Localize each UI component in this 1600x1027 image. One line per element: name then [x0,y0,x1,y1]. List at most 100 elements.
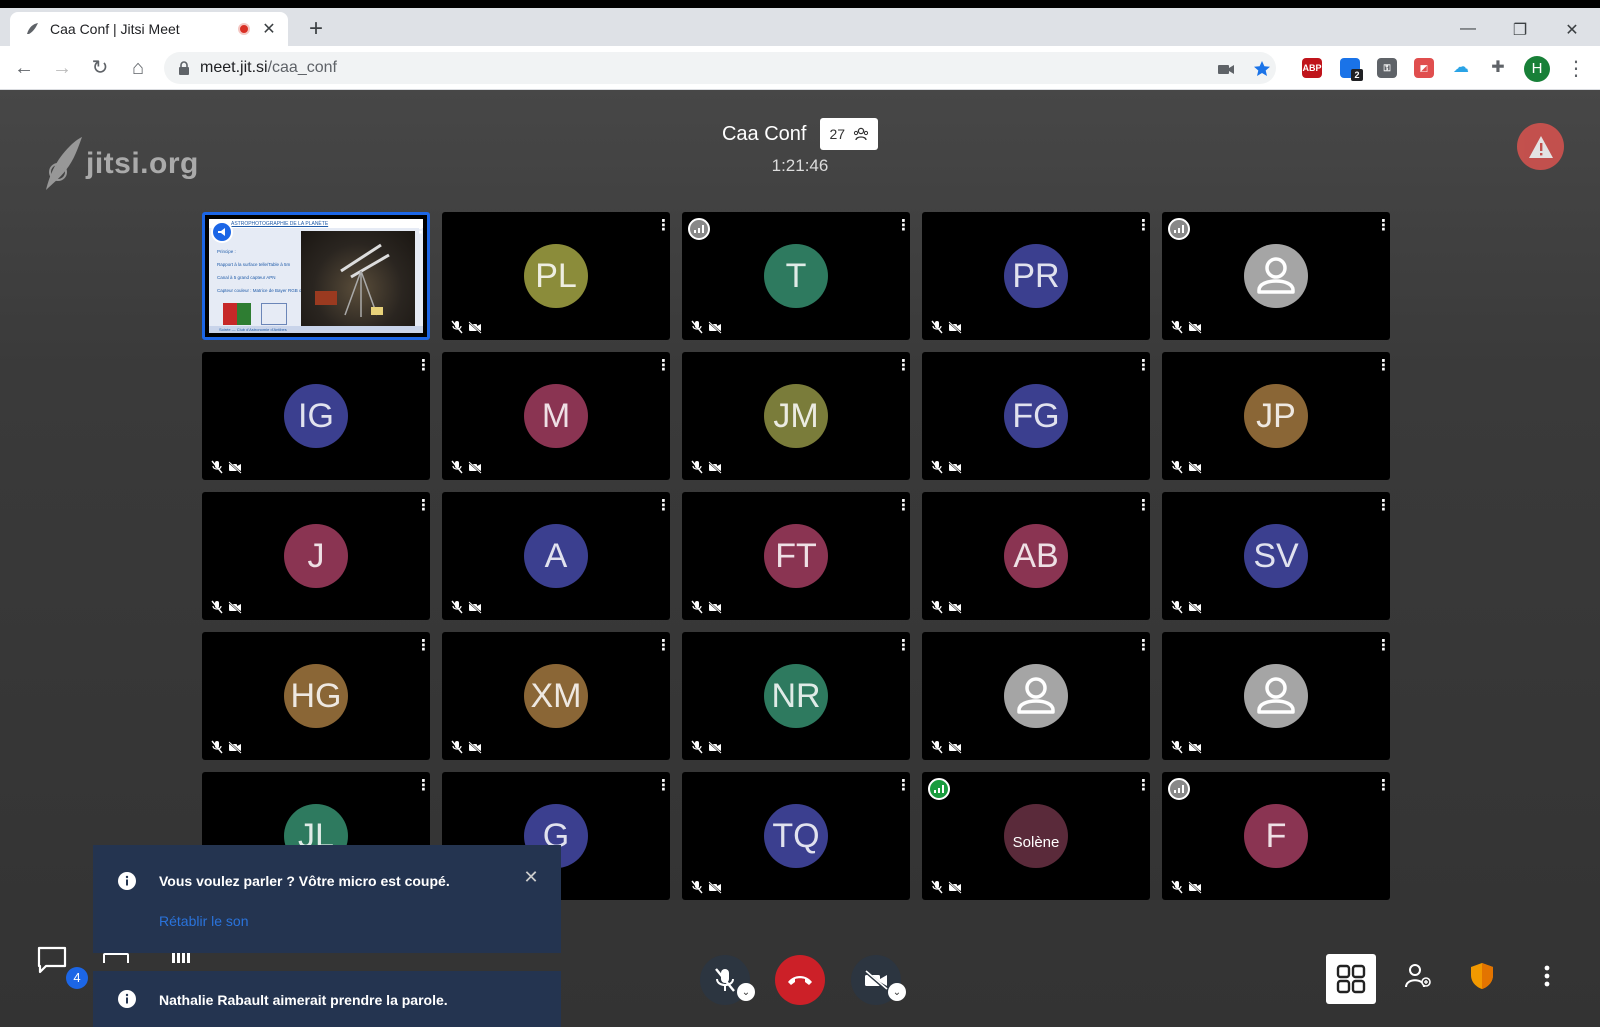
connection-indicator-icon[interactable] [1168,778,1190,800]
close-window-button[interactable]: ✕ [1560,20,1584,40]
participant-tile[interactable]: M ⋮ [442,352,670,480]
tile-menu-icon[interactable]: ⋮ [1136,638,1150,654]
home-icon[interactable]: ⌂ [126,56,150,80]
tile-menu-icon[interactable]: ⋮ [1376,498,1390,514]
tab-strip: Caa Conf | Jitsi Meet ✕ + — ❐ ✕ [0,8,1600,46]
puzzle-extensions-icon[interactable]: ✚ [1488,58,1508,78]
participant-tile[interactable]: JP ⋮ [1162,352,1390,480]
participant-tile[interactable]: TQ ⋮ [682,772,910,900]
adblock-extension-icon[interactable]: ABP [1302,58,1322,78]
participant-tile[interactable]: SV ⋮ [1162,492,1390,620]
mic-muted-icon [931,740,943,754]
participant-tile[interactable]: T ⋮ [682,212,910,340]
browser-tab[interactable]: Caa Conf | Jitsi Meet ✕ [10,12,288,46]
participant-tile[interactable]: ⋮ [1162,632,1390,760]
tile-menu-icon[interactable]: ⋮ [416,638,430,654]
video-muted-icon [948,881,962,894]
restore-button[interactable]: ❐ [1508,20,1532,40]
tile-menu-icon[interactable]: ⋮ [656,358,670,374]
camera-options-chevron-icon[interactable]: ⌄ [888,983,906,1001]
screenshare-icon[interactable] [103,953,131,963]
conference-stage: jitsi.org Caa Conf 27 1:21:46 ASTROPHOTO… [0,90,1600,1027]
tile-menu-icon[interactable]: ⋮ [416,358,430,374]
new-tab-button[interactable]: + [304,17,328,42]
back-button[interactable]: ← [12,56,36,80]
participant-tile[interactable]: F ⋮ [1162,772,1390,900]
browser-menu-icon[interactable]: ⋮ [1566,58,1586,80]
tile-menu-icon[interactable]: ⋮ [656,778,670,794]
participant-tile[interactable]: ⋮ [1162,212,1390,340]
tile-menu-icon[interactable]: ⋮ [416,498,430,514]
tile-menu-icon[interactable]: ⋮ [1136,218,1150,234]
more-actions-button[interactable] [1527,956,1567,996]
slide-text-line: Rapport à la surface telle/Table à 5m [217,262,291,267]
participant-tile[interactable]: JM ⋮ [682,352,910,480]
unmute-link[interactable]: Rétablir le son [159,913,249,929]
tile-menu-icon[interactable]: ⋮ [656,638,670,654]
pdf-extension-icon[interactable]: ◩ [1414,58,1434,78]
tile-menu-icon[interactable]: ⋮ [413,221,427,237]
tile-menu-icon[interactable]: ⋮ [1376,778,1390,794]
tile-menu-icon[interactable]: ⋮ [1136,498,1150,514]
participant-tile[interactable]: Solène ⋮ [922,772,1150,900]
tile-menu-icon[interactable]: ⋮ [1136,778,1150,794]
participant-tile[interactable]: FG ⋮ [922,352,1150,480]
participant-tile[interactable]: A ⋮ [442,492,670,620]
participant-tile[interactable]: ⋮ [922,632,1150,760]
tile-menu-icon[interactable]: ⋮ [1136,358,1150,374]
participant-tile[interactable]: PL ⋮ [442,212,670,340]
connection-indicator-icon[interactable] [688,218,710,240]
hangup-button[interactable] [775,955,825,1005]
participant-count-badge[interactable]: 27 [820,118,879,150]
participant-avatar: NR [764,664,828,728]
connection-bars-icon [934,785,944,793]
participant-tile[interactable]: FT ⋮ [682,492,910,620]
extension-badge-icon[interactable]: 2 [1340,58,1363,81]
tile-menu-icon[interactable]: ⋮ [1376,218,1390,234]
video-muted-icon [468,601,482,614]
tile-menu-icon[interactable]: ⋮ [896,778,910,794]
tile-menu-icon[interactable]: ⋮ [896,358,910,374]
participant-avatar: M [524,384,588,448]
participant-tile[interactable]: J ⋮ [202,492,430,620]
minimize-button[interactable]: — [1456,20,1480,40]
tile-menu-icon[interactable]: ⋮ [1376,638,1390,654]
notification-close-icon[interactable]: ✕ [523,868,539,886]
video-muted-icon [948,601,962,614]
key-extension-icon[interactable]: ⚿ [1377,58,1397,78]
tile-menu-icon[interactable]: ⋮ [416,778,430,794]
screen-share-badge-icon [211,221,233,243]
chat-icon[interactable] [36,945,68,975]
bookmark-star-icon[interactable] [1252,59,1272,79]
cloud-extension-icon[interactable]: ☁ [1451,58,1471,78]
profile-avatar[interactable]: H [1524,56,1550,82]
participant-avatar: TQ [764,804,828,868]
connection-indicator-icon[interactable] [928,778,950,800]
participant-tile[interactable]: NR ⋮ [682,632,910,760]
security-options-button[interactable] [1462,956,1502,996]
tile-menu-icon[interactable]: ⋮ [896,498,910,514]
participant-tile[interactable]: IG ⋮ [202,352,430,480]
participant-tile[interactable]: AB ⋮ [922,492,1150,620]
invite-people-button[interactable] [1398,956,1438,996]
tab-close-icon[interactable]: ✕ [260,19,278,39]
tile-menu-icon[interactable]: ⋮ [656,498,670,514]
mic-muted-icon [451,600,463,614]
tile-menu-icon[interactable]: ⋮ [656,218,670,234]
participant-tile[interactable]: HG ⋮ [202,632,430,760]
tile-menu-icon[interactable]: ⋮ [896,218,910,234]
participant-tile[interactable]: PR ⋮ [922,212,1150,340]
warning-button[interactable] [1517,123,1564,170]
participant-tile[interactable]: XM ⋮ [442,632,670,760]
screen-share-tile[interactable]: ASTROPHOTOGRAPHIE DE LA PLANÈTE Principe … [202,212,430,340]
tile-view-button[interactable] [1326,954,1376,1004]
reload-button[interactable]: ↻ [88,56,112,80]
tile-menu-icon[interactable]: ⋮ [896,638,910,654]
forward-button[interactable]: → [50,56,74,80]
raise-hand-icon[interactable] [172,953,200,963]
connection-indicator-icon[interactable] [1168,218,1190,240]
tile-menu-icon[interactable]: ⋮ [1376,358,1390,374]
mic-options-chevron-icon[interactable]: ⌄ [737,983,755,1001]
address-bar[interactable]: meet.jit.si/caa_conf [164,52,1276,84]
camera-in-use-icon[interactable] [1216,59,1236,79]
